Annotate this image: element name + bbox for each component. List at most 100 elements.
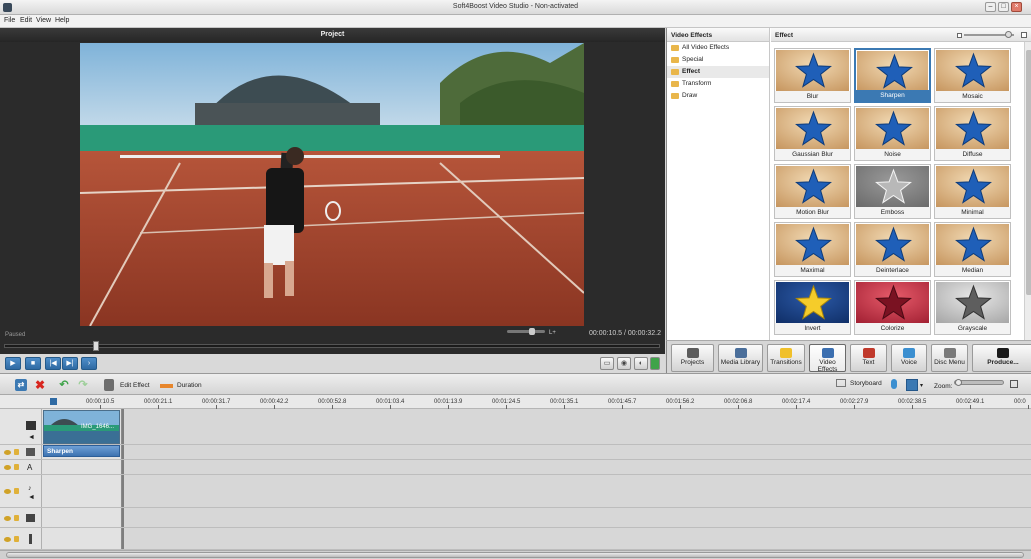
tab-video-effects[interactable]: Video Effects — [809, 344, 846, 373]
lock-icon[interactable] — [14, 515, 19, 521]
effect-tile-minimal[interactable]: Minimal — [934, 164, 1011, 219]
effects-category-special[interactable]: Special — [667, 54, 769, 66]
effect-tile-invert[interactable]: Invert — [774, 280, 851, 335]
effects-scroll-thumb[interactable] — [1026, 50, 1031, 295]
effect-tile-colorize[interactable]: Colorize — [854, 280, 931, 335]
prev-frame-button[interactable]: |◀ — [45, 357, 61, 370]
text-icon — [862, 348, 875, 358]
effect-tile-gaussian-blur[interactable]: Gaussian Blur — [774, 106, 851, 161]
effect-tile-maximal[interactable]: Maximal — [774, 222, 851, 277]
sharpen-effect-bar[interactable]: Sharpen — [43, 445, 120, 457]
menu-view[interactable]: View — [36, 17, 51, 24]
effect-tile-grayscale[interactable]: Grayscale — [934, 280, 1011, 335]
fullscreen-icon[interactable]: ▭ — [600, 357, 614, 370]
tab-disc-menu[interactable]: Disc Menu — [931, 344, 968, 372]
minimize-button[interactable]: – — [985, 2, 996, 12]
visibility-eye-icon[interactable] — [4, 516, 11, 521]
tab-voice[interactable]: Voice — [891, 344, 927, 372]
lock-icon[interactable] — [14, 488, 19, 494]
visibility-eye-icon[interactable] — [4, 465, 11, 470]
text-track-area[interactable] — [122, 460, 1031, 474]
volume-knob[interactable] — [529, 328, 535, 335]
tab-transitions[interactable]: Transitions — [767, 344, 805, 372]
green-indicator-icon[interactable] — [650, 357, 660, 370]
voice-track-area[interactable] — [122, 528, 1031, 549]
effects-category-transform[interactable]: Transform — [667, 78, 769, 90]
small-size-icon[interactable] — [957, 33, 962, 38]
mic-icon[interactable] — [891, 379, 897, 389]
visibility-eye-icon[interactable] — [4, 489, 11, 494]
storyboard-button[interactable]: Storyboard — [850, 380, 882, 387]
effects-category-all-video-effects[interactable]: All Video Effects — [667, 42, 769, 54]
effect-tile-emboss[interactable]: Emboss — [854, 164, 931, 219]
effect-tile-blur[interactable]: Blur — [774, 48, 851, 103]
draw-tool-dropdown-icon[interactable]: ▾ — [920, 382, 923, 389]
lock-icon[interactable] — [14, 464, 19, 470]
play-button[interactable]: ▶ — [5, 357, 21, 370]
tab-text[interactable]: Text — [850, 344, 887, 372]
effect-track-area[interactable] — [122, 445, 1031, 459]
lock-icon[interactable] — [14, 449, 19, 455]
delete-icon[interactable]: ✖ — [34, 379, 46, 391]
fit-timeline-icon[interactable] — [1010, 380, 1018, 388]
video-track-area[interactable] — [122, 409, 1031, 444]
effect-tile-motion-blur[interactable]: Motion Blur — [774, 164, 851, 219]
effect-tile-deinterlace[interactable]: Deinterlace — [854, 222, 931, 277]
playback-status: Paused — [5, 332, 26, 338]
menu-help[interactable]: Help — [55, 17, 69, 24]
large-size-icon[interactable] — [1021, 32, 1027, 38]
thumbnail-size-slider[interactable] — [964, 31, 1014, 38]
duration-icon — [160, 384, 173, 388]
seek-handle[interactable] — [93, 341, 99, 351]
effects-category-draw[interactable]: Draw — [667, 90, 769, 102]
aspect-icon[interactable]: ◐ — [634, 357, 648, 370]
lock-icon[interactable] — [14, 536, 19, 542]
timeline-scroll-thumb[interactable] — [6, 552, 1024, 558]
voice-track-icon — [29, 534, 32, 544]
stop-button[interactable]: ■ — [25, 357, 41, 370]
timeline-zoom-knob[interactable] — [955, 379, 962, 386]
tab-projects[interactable]: Projects — [671, 344, 714, 372]
seek-bar[interactable] — [4, 341, 660, 351]
refresh-icon[interactable]: ⇄ — [15, 379, 27, 391]
effect-tile-median[interactable]: Median — [934, 222, 1011, 277]
video-frame — [80, 43, 584, 326]
menu-edit[interactable]: Edit — [20, 17, 32, 24]
edit-effect-button[interactable]: Edit Effect — [120, 382, 150, 389]
effects-scrollbar[interactable] — [1024, 42, 1031, 340]
draw-tool-icon[interactable] — [906, 379, 918, 391]
menu-bar: File Edit View Help — [0, 15, 1031, 28]
thumbnail-size-knob[interactable] — [1005, 31, 1012, 38]
next-frame-button[interactable]: ▶| — [62, 357, 78, 370]
redo-icon[interactable]: ↷ — [77, 379, 89, 391]
edit-effect-icon[interactable] — [104, 379, 114, 391]
overlay-track-area[interactable] — [122, 508, 1031, 527]
timeline-zoom-slider[interactable] — [954, 379, 1004, 386]
timeline-horizontal-scrollbar[interactable] — [0, 550, 1031, 559]
snapshot-icon[interactable]: ◉ — [617, 357, 631, 370]
playhead[interactable] — [50, 398, 57, 405]
effect-tile-diffuse[interactable]: Diffuse — [934, 106, 1011, 161]
menu-file[interactable]: File — [4, 17, 15, 24]
volume-slider[interactable] — [507, 328, 545, 335]
storyboard-icon[interactable] — [836, 379, 846, 387]
duration-button[interactable]: Duration — [177, 382, 202, 389]
tab-media-library[interactable]: Media Library — [718, 344, 763, 372]
undo-icon[interactable]: ↶ — [58, 379, 70, 391]
effects-category-effect[interactable]: Effect — [667, 66, 769, 78]
video-clip[interactable]: IMG_1646... — [43, 410, 120, 444]
timeline-ruler[interactable]: 00:00:10.5 00:00:21.1 00:00:31.7 00:00:42.2… — [0, 395, 1031, 409]
audio-track-area[interactable] — [122, 475, 1031, 507]
folder-icon — [671, 69, 679, 75]
effect-tile-sharpen[interactable]: Sharpen — [854, 48, 931, 103]
tab-label: Voice — [901, 359, 917, 366]
visibility-eye-icon[interactable] — [4, 450, 11, 455]
forward-button[interactable]: › — [81, 357, 97, 370]
visibility-eye-icon[interactable] — [4, 537, 11, 542]
projects-icon — [686, 348, 699, 358]
effect-tile-noise[interactable]: Noise — [854, 106, 931, 161]
effect-tile-mosaic[interactable]: Mosaic — [934, 48, 1011, 103]
maximize-button[interactable]: □ — [998, 2, 1009, 12]
tab-produce[interactable]: Produce... — [972, 344, 1031, 372]
close-button[interactable]: × — [1011, 2, 1022, 12]
